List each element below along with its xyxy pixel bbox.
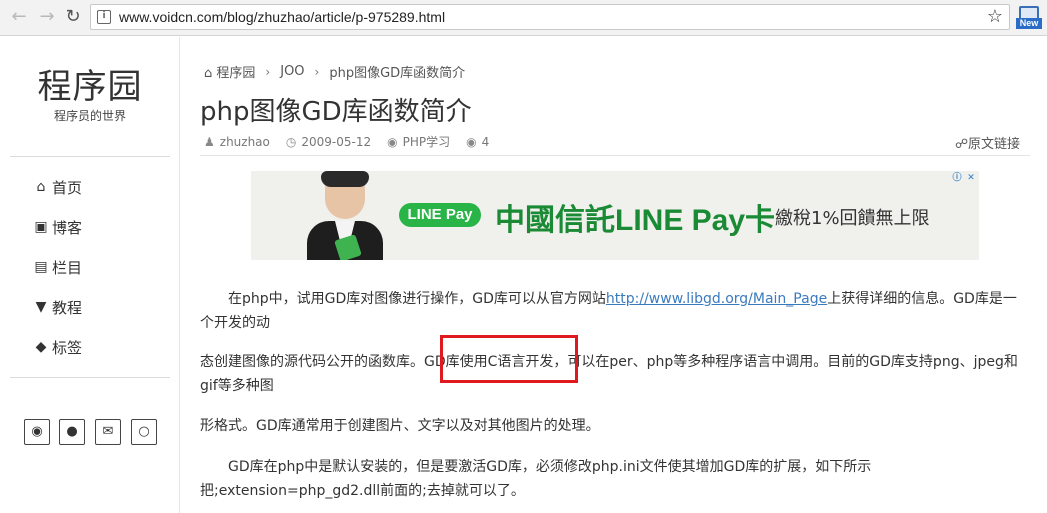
article-area: ⌂ 程序园 › JOO › php图像GD库函数简介 php图像GD库函数简介 … bbox=[200, 37, 1030, 513]
article-paragraph: GD库在php中是默认安装的，但是要激活GD库，必须修改php.ini文件使其增… bbox=[200, 459, 872, 499]
sidebar-item-blog[interactable]: ▣ 博客 bbox=[32, 216, 82, 238]
meta-category[interactable]: ◉ PHP学习 bbox=[387, 133, 450, 150]
sidebar-divider bbox=[10, 156, 170, 157]
extension-badge: New bbox=[1016, 18, 1042, 29]
page-info-icon[interactable]: i bbox=[97, 10, 111, 24]
browser-toolbar: ← → ↻ i www.voidcn.com/blog/zhuzhao/arti… bbox=[0, 0, 1047, 36]
chevron-right-icon: › bbox=[314, 64, 320, 79]
ad-subline: 繳稅1%回饋無上限 bbox=[775, 208, 930, 229]
libgd-link[interactable]: http://www.libgd.org/Main_Page bbox=[606, 291, 827, 307]
film-icon: ▤ bbox=[34, 259, 48, 275]
sidebar-item-columns[interactable]: ▤ 栏目 bbox=[32, 256, 82, 278]
sidebar-item-tags[interactable]: ◆ 标签 bbox=[32, 336, 82, 358]
reload-icon[interactable]: ↻ bbox=[62, 6, 84, 28]
user-icon: ♟ bbox=[204, 134, 215, 149]
chevron-right-icon: › bbox=[265, 64, 271, 79]
clock-icon: ◷ bbox=[285, 134, 297, 149]
sidebar-item-label: 首页 bbox=[52, 178, 83, 197]
sidebar-item-label: 教程 bbox=[52, 298, 83, 317]
category-icon: ◉ bbox=[387, 135, 398, 149]
article-paragraph: 在php中，试用GD库对图像进行操作，GD库可以从官方网站http://www.… bbox=[200, 291, 1017, 331]
ad-headline: 中國信託LINE Pay卡 bbox=[495, 204, 776, 237]
forward-icon[interactable]: → bbox=[36, 6, 58, 28]
address-url[interactable]: www.voidcn.com/blog/zhuzhao/article/p-97… bbox=[119, 9, 445, 25]
link-icon: ☍ bbox=[954, 137, 968, 152]
article-paragraph: 形格式。GD库通常用于创建图片、文字以及对其他图片的处理。 bbox=[200, 418, 600, 434]
weibo-icon[interactable]: ◉ bbox=[24, 419, 50, 445]
meta-date: ◷ 2009-05-12 bbox=[285, 134, 372, 149]
source-link[interactable]: ☍原文链接 bbox=[955, 133, 1020, 152]
camera-icon: ▣ bbox=[34, 219, 48, 235]
sidebar-item-home[interactable]: ⌂ 首页 bbox=[32, 176, 82, 198]
address-bar[interactable]: i www.voidcn.com/blog/zhuzhao/article/p-… bbox=[90, 4, 1010, 30]
ad-person-image bbox=[307, 171, 383, 260]
breadcrumb: ⌂ 程序园 › JOO › php图像GD库函数简介 bbox=[204, 62, 465, 81]
sidebar-divider bbox=[10, 377, 170, 378]
extension-icon[interactable]: New bbox=[1016, 6, 1042, 30]
highlight-annotation bbox=[440, 335, 578, 383]
sidebar: 程序园 程序员的世界 ⌂ 首页 ▣ 博客 ▤ 栏目 ▼ 教程 ◆ 标签 ◉ ● … bbox=[0, 37, 180, 513]
ad-banner[interactable]: LINE Pay 中國信託LINE Pay卡 繳稅1%回饋無上限 ⓘ ✕ bbox=[251, 171, 979, 260]
sidebar-item-label: 博客 bbox=[52, 218, 83, 237]
ad-linepay-badge: LINE Pay bbox=[399, 203, 481, 227]
sidebar-item-label: 栏目 bbox=[52, 258, 83, 277]
sidebar-item-tutorials[interactable]: ▼ 教程 bbox=[32, 296, 82, 318]
tag-icon: ◆ bbox=[35, 339, 47, 355]
breadcrumb-home[interactable]: ⌂ 程序园 bbox=[204, 62, 255, 81]
meta-author[interactable]: ♟ zhuzhao bbox=[204, 135, 270, 149]
breadcrumb-section[interactable]: JOO bbox=[280, 64, 304, 79]
article-meta: ♟ zhuzhao ◷ 2009-05-12 ◉ PHP学习 ◉ 4 bbox=[204, 133, 489, 150]
qq-icon[interactable]: ● bbox=[59, 419, 85, 445]
eye-icon: ◉ bbox=[466, 134, 477, 149]
info-icon[interactable]: ⓘ bbox=[951, 172, 963, 184]
email-icon[interactable]: ✉ bbox=[95, 419, 121, 445]
site-brand[interactable]: 程序园 bbox=[0, 59, 180, 108]
wechat-icon[interactable]: ○ bbox=[131, 419, 157, 445]
home-icon: ⌂ bbox=[204, 66, 213, 81]
site-subtitle: 程序员的世界 bbox=[53, 109, 126, 123]
filter-icon: ▼ bbox=[35, 299, 47, 315]
article-paragraph: 态创建图像的源代码公开的函数库。GD库使用C语言开发，可以在per、php等多种… bbox=[200, 354, 1018, 394]
meta-divider bbox=[200, 155, 1030, 156]
home-icon: ⌂ bbox=[36, 179, 46, 195]
meta-views: ◉ 4 bbox=[466, 134, 490, 149]
breadcrumb-current[interactable]: php图像GD库函数简介 bbox=[329, 62, 465, 81]
bookmark-star-icon[interactable]: ☆ bbox=[987, 6, 1003, 27]
sidebar-item-label: 标签 bbox=[52, 338, 83, 357]
article-title: php图像GD库函数简介 bbox=[200, 97, 472, 127]
close-icon[interactable]: ✕ bbox=[965, 172, 977, 184]
back-icon[interactable]: ← bbox=[8, 6, 30, 28]
ad-choices[interactable]: ⓘ ✕ bbox=[951, 172, 977, 184]
